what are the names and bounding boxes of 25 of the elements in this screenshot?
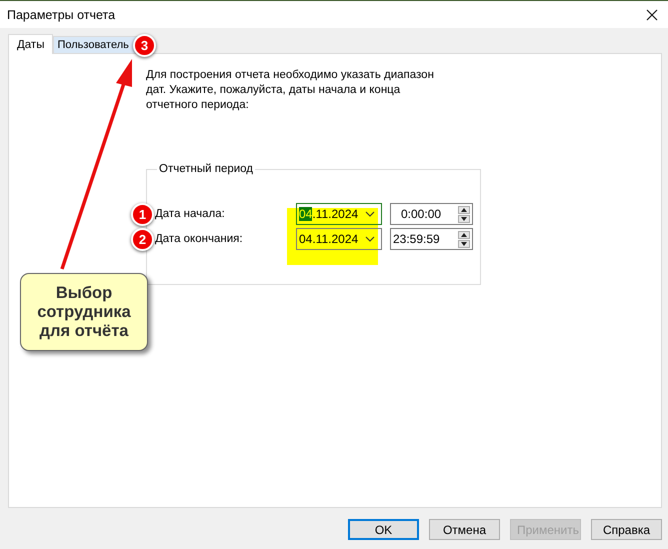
field-label: Дата окончания: xyxy=(155,233,244,245)
time-spinner[interactable]: 23:59:59 xyxy=(390,228,473,250)
spin-down-icon[interactable] xyxy=(458,240,470,248)
date-picker[interactable]: 04.11.2024 xyxy=(296,228,382,250)
close-icon[interactable] xyxy=(646,8,658,20)
date-picker[interactable]: 04.11.2024 xyxy=(296,203,382,225)
field-label: Дата начала: xyxy=(155,208,226,220)
spin-up-icon[interactable] xyxy=(458,230,470,238)
callout-note: Выбор сотрудника для отчёта xyxy=(20,273,148,351)
description-text: Для построения отчета необходимо указать диапазон дат. Укажите, пожалуйста, даты начала и конца отчетного периода: xyxy=(146,68,435,113)
chevron-down-icon xyxy=(365,236,375,242)
chevron-down-icon xyxy=(365,211,375,217)
tab[interactable]: Пользователь xyxy=(53,36,138,53)
dialog-button[interactable]: Справка xyxy=(591,519,662,540)
number-badge: 1 xyxy=(131,203,154,226)
dialog-button[interactable]: OK xyxy=(348,519,419,540)
dialog-button[interactable]: Отмена xyxy=(429,519,500,540)
tab[interactable]: Даты xyxy=(8,34,54,54)
number-badge: 2 xyxy=(131,228,154,251)
window-title: Параметры отчета xyxy=(7,8,116,22)
spin-up-icon[interactable] xyxy=(458,206,470,214)
number-badge: 3 xyxy=(133,34,156,57)
time-spinner[interactable]: 0:00:00 xyxy=(390,203,473,225)
group-title: Отчетный период xyxy=(158,163,254,175)
spin-down-icon[interactable] xyxy=(458,214,470,222)
